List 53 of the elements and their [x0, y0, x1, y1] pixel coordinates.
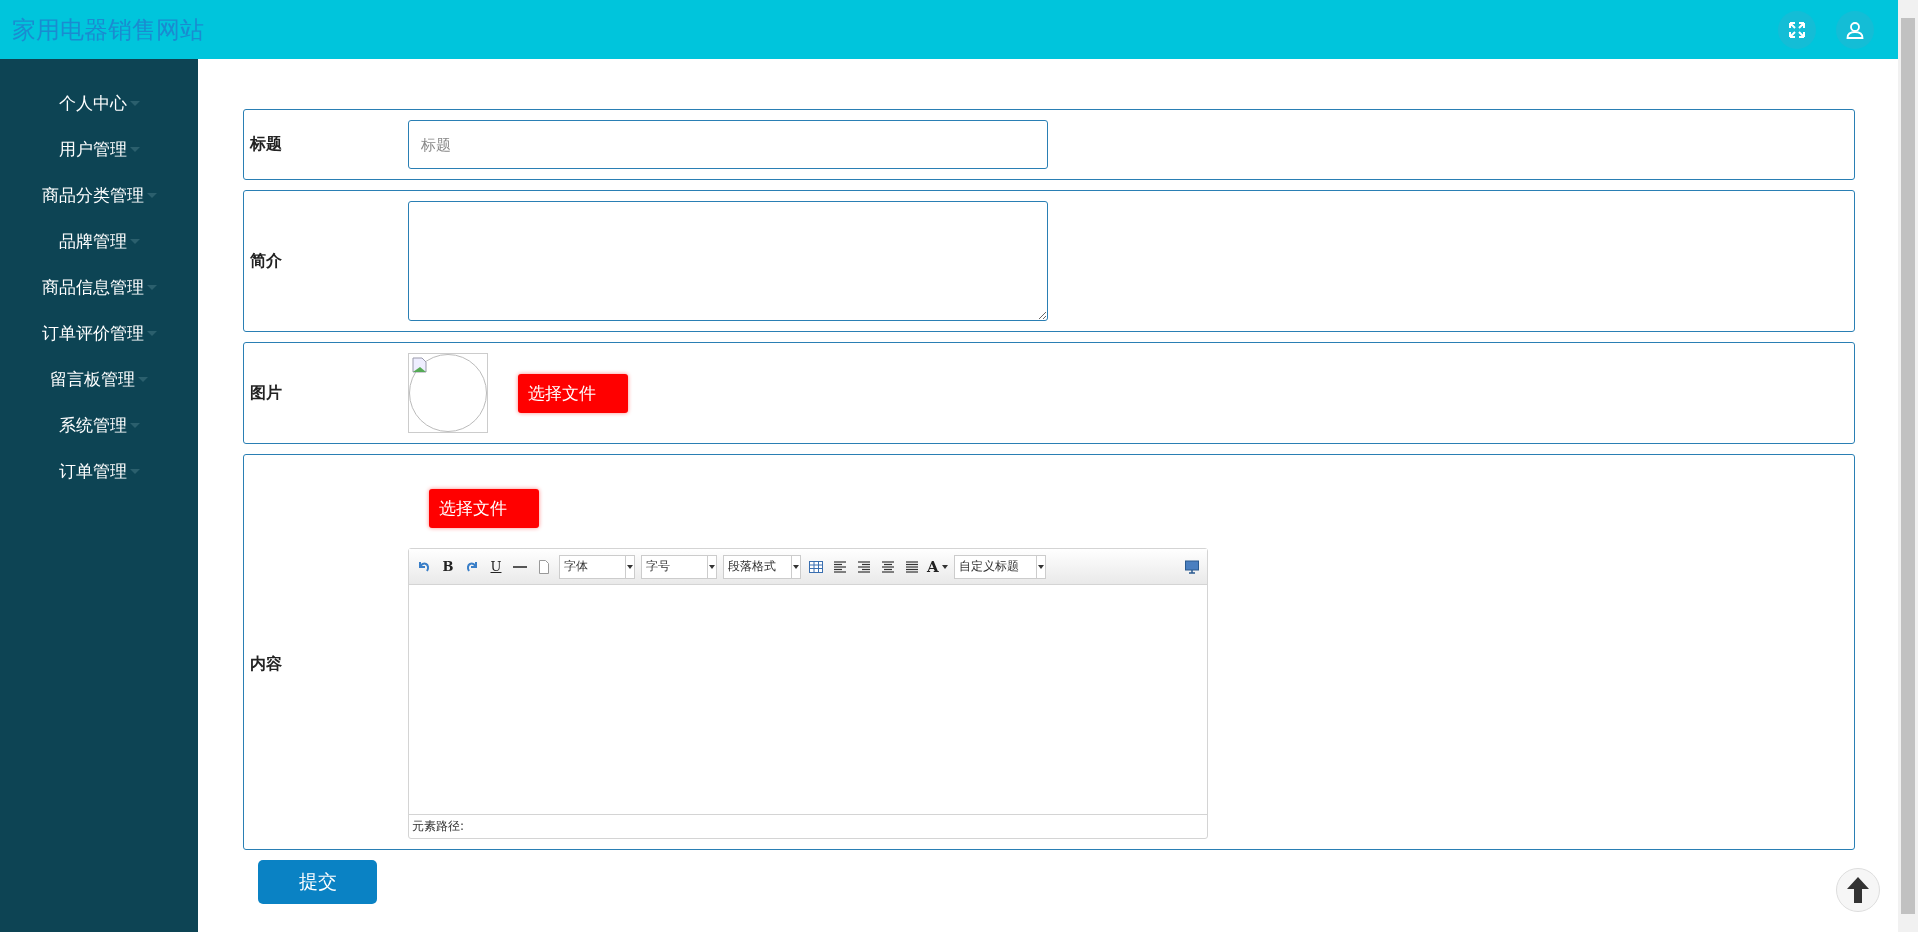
title-input[interactable]: 标题	[408, 120, 1048, 169]
field-label: 内容	[249, 653, 283, 675]
page-icon	[536, 558, 552, 575]
align-center-icon	[880, 558, 896, 575]
sidebar-item[interactable]: 留言板管理	[50, 367, 135, 391]
sidebar-item[interactable]: 商品信息管理	[41, 275, 144, 299]
site-title: 家用电器销售网站	[12, 14, 204, 46]
sidebar-item[interactable]: 订单评价管理	[41, 321, 144, 345]
horizontal-line-icon	[513, 565, 527, 568]
dropdown-arrow-icon	[1037, 564, 1044, 569]
field-label: 简介	[249, 250, 283, 272]
caret-icon	[129, 422, 140, 428]
bold-button[interactable]: B	[439, 556, 457, 577]
caret-icon	[129, 100, 140, 106]
user-icon	[1846, 20, 1864, 39]
caret-icon	[138, 376, 148, 382]
font-color-button[interactable]: A	[927, 556, 948, 577]
sidebar-item[interactable]: 订单管理	[58, 459, 127, 483]
font-family-dropdown[interactable]: 字体	[559, 554, 635, 579]
submit-button[interactable]: 提交	[258, 860, 377, 904]
sidebar-item[interactable]: 个人中心	[58, 91, 127, 115]
dropdown-arrow-icon	[793, 564, 799, 569]
font-size-dropdown[interactable]: 字号	[641, 554, 717, 579]
broken-image-icon	[412, 357, 428, 373]
choose-file-button[interactable]: 选择文件	[518, 373, 628, 413]
monitor-icon	[1184, 558, 1200, 575]
align-right-icon	[856, 558, 872, 575]
caret-icon	[146, 192, 157, 198]
caret-icon	[129, 468, 140, 474]
sidebar-item[interactable]: 商品分类管理	[41, 183, 144, 207]
expand-icon	[1788, 20, 1806, 39]
field-label: 图片	[249, 382, 283, 404]
dropdown-arrow-icon	[709, 564, 715, 569]
element-path-label: 元素路径:	[412, 818, 465, 835]
caret-icon	[146, 284, 157, 290]
underline-button[interactable]: U	[487, 556, 505, 577]
field-label: 标题	[248, 134, 283, 155]
paragraph-format-dropdown[interactable]: 段落格式	[723, 554, 801, 579]
up-arrow-icon	[1846, 876, 1870, 904]
sidebar-item[interactable]: 系统管理	[58, 413, 127, 437]
caret-icon	[129, 238, 140, 244]
caret-icon	[129, 146, 140, 152]
caret-icon	[941, 564, 948, 569]
scrollbar-thumb[interactable]	[1901, 18, 1915, 914]
align-left-icon	[832, 558, 848, 575]
choose-file-button[interactable]: 选择文件	[429, 489, 539, 528]
sidebar-item[interactable]: 用户管理	[58, 137, 127, 161]
table-icon	[808, 558, 824, 575]
sidebar-item[interactable]: 品牌管理	[58, 229, 127, 253]
caret-icon	[146, 330, 157, 336]
custom-title-dropdown[interactable]: 自定义标题	[953, 554, 1046, 579]
justify-icon	[904, 558, 920, 575]
dropdown-arrow-icon	[627, 564, 633, 569]
